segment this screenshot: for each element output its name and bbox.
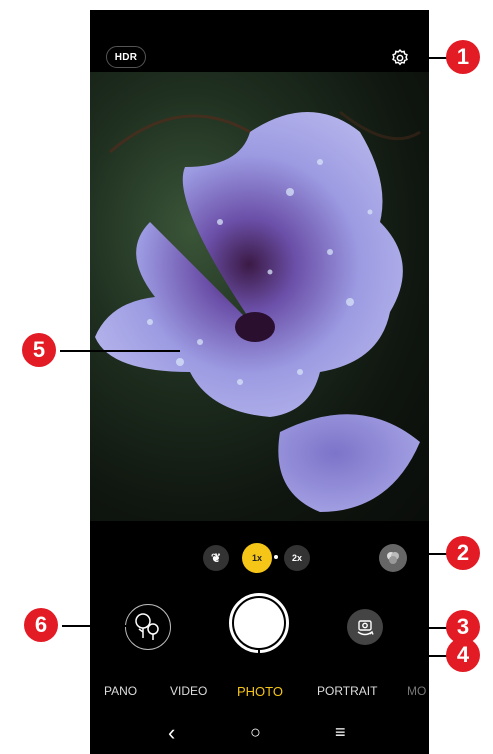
viewfinder[interactable]: [90, 72, 429, 521]
flower-preview-image: [95, 110, 421, 512]
back-icon[interactable]: ‹: [168, 720, 175, 746]
callout-line-6: [62, 625, 132, 627]
mode-photo[interactable]: PHOTO: [237, 684, 283, 699]
callout-line-5: [60, 350, 180, 352]
callout-4: 4: [446, 638, 480, 672]
callout-5: 5: [22, 333, 56, 367]
mode-video[interactable]: VIDEO: [170, 684, 207, 698]
callout-line-4-vertical: [258, 650, 260, 657]
hdr-toggle[interactable]: HDR: [106, 46, 146, 68]
callout-6: 6: [24, 608, 58, 642]
gallery-trees-icon[interactable]: [125, 604, 171, 650]
zoom-bar: ❦ 1x 2x: [90, 543, 429, 573]
tulip-icon[interactable]: ❦: [203, 545, 229, 571]
mode-more[interactable]: MO: [407, 684, 426, 698]
callout-line-4: [258, 655, 448, 657]
mode-selector: PANO VIDEO PHOTO PORTRAIT MO: [90, 684, 429, 704]
callout-1: 1: [446, 40, 480, 74]
filter-icon[interactable]: [379, 544, 407, 572]
switch-camera-icon[interactable]: [347, 609, 383, 645]
mode-pano[interactable]: PANO: [104, 684, 137, 698]
camera-screen: HDR ❦ 1x 2x PANO VIDEO PHOTO PORTRAIT MO…: [90, 10, 429, 754]
system-nav-bar: ‹ ○ ≡: [90, 720, 429, 746]
home-icon[interactable]: ○: [250, 722, 261, 743]
callout-line-1: [412, 57, 448, 59]
zoom-2x-button[interactable]: 2x: [284, 545, 310, 571]
shutter-button[interactable]: [229, 593, 289, 653]
mode-portrait[interactable]: PORTRAIT: [317, 684, 377, 698]
callout-line-2: [407, 553, 447, 555]
gear-icon[interactable]: [390, 48, 410, 68]
menu-icon[interactable]: ≡: [335, 722, 346, 743]
callout-2: 2: [446, 536, 480, 570]
callout-line-3: [383, 627, 447, 629]
zoom-separator-dot: [274, 555, 278, 559]
zoom-1x-button[interactable]: 1x: [242, 543, 272, 573]
